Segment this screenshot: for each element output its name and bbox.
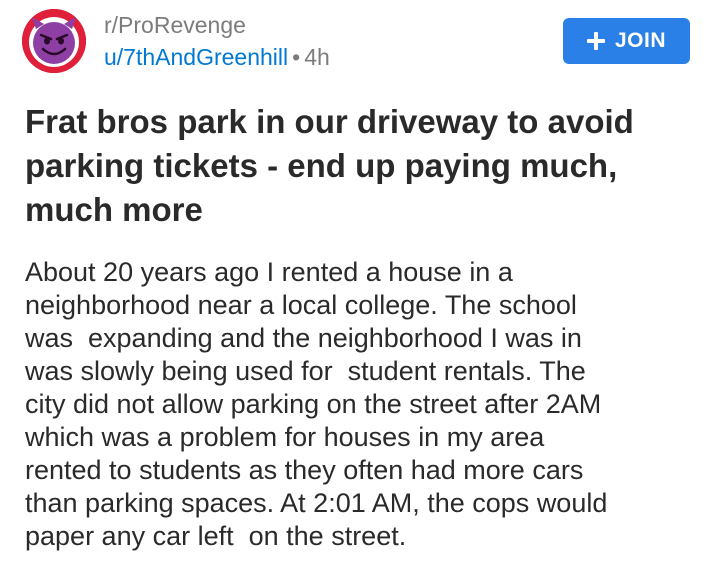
post-body-line: neighborhood near a local college. The s… [25,290,577,320]
post-title[interactable]: Frat bros park in our driveway to avoid … [25,100,700,232]
devil-face-icon [22,9,86,73]
post-body-line: than parking spaces. At 2:01 AM, the cop… [25,488,608,518]
join-button[interactable]: JOIN [563,18,690,64]
author-username[interactable]: u/7thAndGreenhill [104,44,288,70]
post-body-line: rented to students as they often had mor… [25,455,584,485]
plus-icon [586,32,605,50]
post-body-line: paper any car left on the street. [25,521,407,551]
post-body-line: was expanding and the neighborhood I was… [25,323,582,353]
post-body-line: was slowly being used for student rental… [25,356,586,386]
post-header: r/ProRevenge u/7thAndGreenhill • 4h JOIN [0,0,717,90]
post-body-line: city did not allow parking on the street… [25,389,602,419]
subreddit-name[interactable]: r/ProRevenge [104,11,246,39]
post-body: About 20 years ago I rented a house in a… [25,256,710,553]
join-button-label: JOIN [614,29,666,52]
post-body-line: About 20 years ago I rented a house in a [25,257,513,287]
meta-separator: • [292,44,301,70]
subreddit-avatar[interactable] [22,9,86,73]
post-meta: u/7thAndGreenhill • 4h [104,43,330,71]
post-body-line: which was a problem for houses in my are… [25,422,545,452]
post-age: 4h [304,44,330,70]
